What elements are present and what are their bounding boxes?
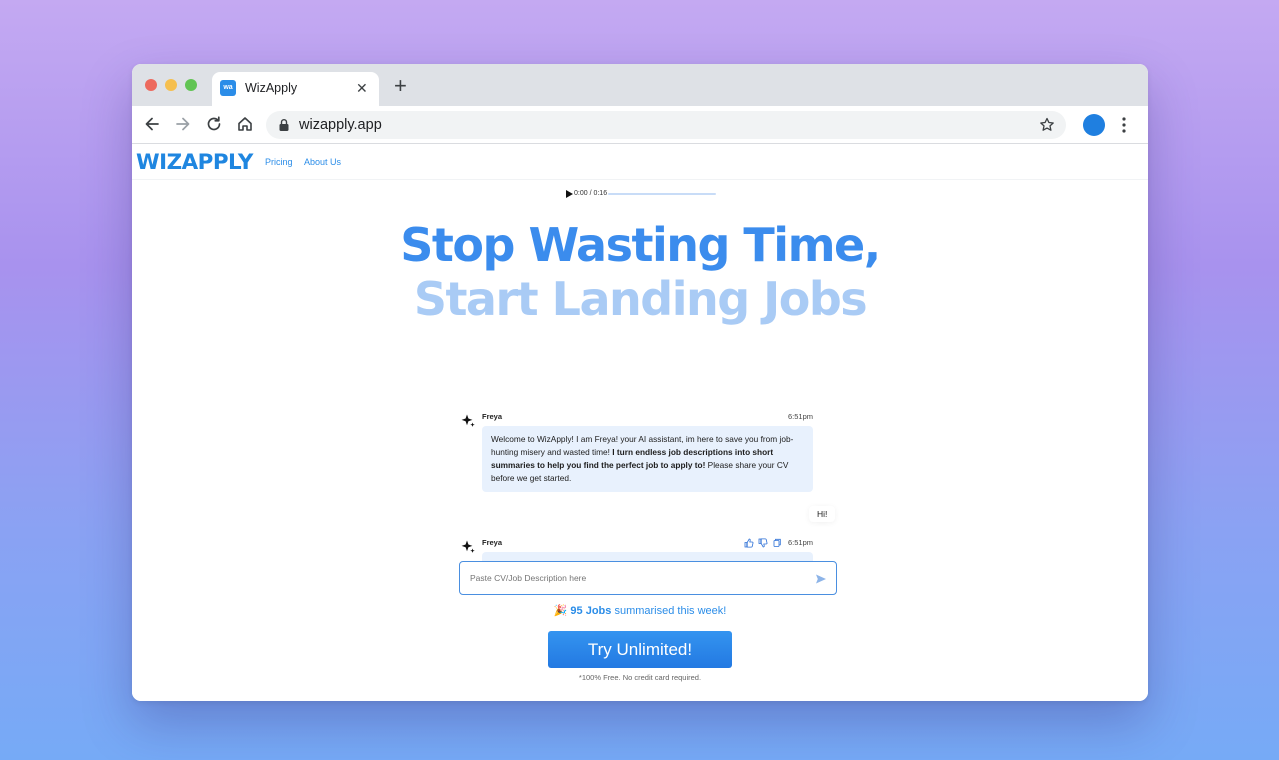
forward-arrow-icon[interactable] [173, 114, 193, 134]
thumbs-up-icon[interactable] [744, 538, 754, 548]
close-window-button[interactable] [145, 79, 157, 91]
user-message-bubble: Hi! [809, 506, 836, 522]
message-sender: Freya [482, 412, 503, 421]
try-unlimited-button[interactable]: Try Unlimited! [548, 631, 732, 668]
message-time: 6:51pm [788, 538, 814, 547]
ai-sparkle-icon [461, 414, 475, 427]
jobs-summarised-stat: 🎉 95 Jobs summarised this week! [132, 604, 1148, 617]
minimize-window-button[interactable] [165, 79, 177, 91]
party-popper-icon: 🎉 [553, 605, 568, 617]
profile-avatar[interactable] [1083, 114, 1105, 136]
copy-icon[interactable] [773, 538, 781, 547]
tab-title: WizApply [245, 81, 298, 95]
new-tab-button[interactable]: + [394, 75, 407, 97]
wizapply-favicon-icon: wa [220, 80, 236, 96]
page-content: WIZAPPLY Pricing About Us 0:00 / 0:16 St… [132, 144, 1148, 701]
browser-window: wa WizApply ✕ + wizapply.app WIZAPPLY Pr… [132, 64, 1148, 701]
home-icon[interactable] [235, 114, 255, 134]
ai-sparkle-icon [461, 540, 475, 553]
send-icon[interactable] [815, 573, 827, 585]
address-bar[interactable]: wizapply.app [266, 111, 1066, 139]
browser-toolbar: wizapply.app [132, 106, 1148, 144]
lock-icon [279, 119, 289, 131]
tab-close-icon[interactable]: ✕ [356, 80, 368, 96]
audio-player: 0:00 / 0:16 [566, 189, 716, 199]
message-time: 6:51pm [788, 412, 814, 421]
jobs-count: 95 Jobs [570, 605, 612, 617]
tab-wizapply[interactable]: wa WizApply ✕ [212, 72, 379, 106]
site-header: WIZAPPLY Pricing About Us [132, 144, 1148, 180]
maximize-window-button[interactable] [185, 79, 197, 91]
desktop-background: wa WizApply ✕ + wizapply.app WIZAPPLY Pr… [0, 0, 1279, 760]
assistant-message-bubble: Welcome to WizApply! I am Freya! your AI… [482, 426, 813, 492]
browser-menu-icon[interactable] [1122, 116, 1126, 134]
nav-link-about-us[interactable]: About Us [304, 157, 341, 167]
audio-progress-bar[interactable] [608, 193, 716, 195]
back-arrow-icon[interactable] [142, 114, 162, 134]
wizapply-logo[interactable]: WIZAPPLY [136, 150, 253, 174]
bookmark-star-icon[interactable] [1038, 116, 1056, 134]
stat-suffix: summarised this week! [611, 605, 727, 617]
url-text: wizapply.app [299, 117, 382, 133]
free-disclaimer: *100% Free. No credit card required. [578, 673, 702, 682]
play-icon[interactable] [566, 190, 573, 198]
message-feedback-actions [744, 538, 781, 548]
tab-strip: wa WizApply ✕ + [132, 64, 1148, 106]
cv-job-description-input[interactable] [470, 571, 800, 585]
thumbs-down-icon[interactable] [758, 538, 768, 548]
hero-headline-line2: Start Landing Jobs [413, 272, 868, 326]
message-sender: Freya [482, 538, 503, 547]
chat-input-box [459, 561, 837, 595]
nav-link-pricing[interactable]: Pricing [265, 157, 293, 167]
hero-headline-line1: Stop Wasting Time, [400, 218, 881, 272]
reload-icon[interactable] [204, 114, 224, 134]
audio-time: 0:00 / 0:16 [574, 190, 608, 197]
